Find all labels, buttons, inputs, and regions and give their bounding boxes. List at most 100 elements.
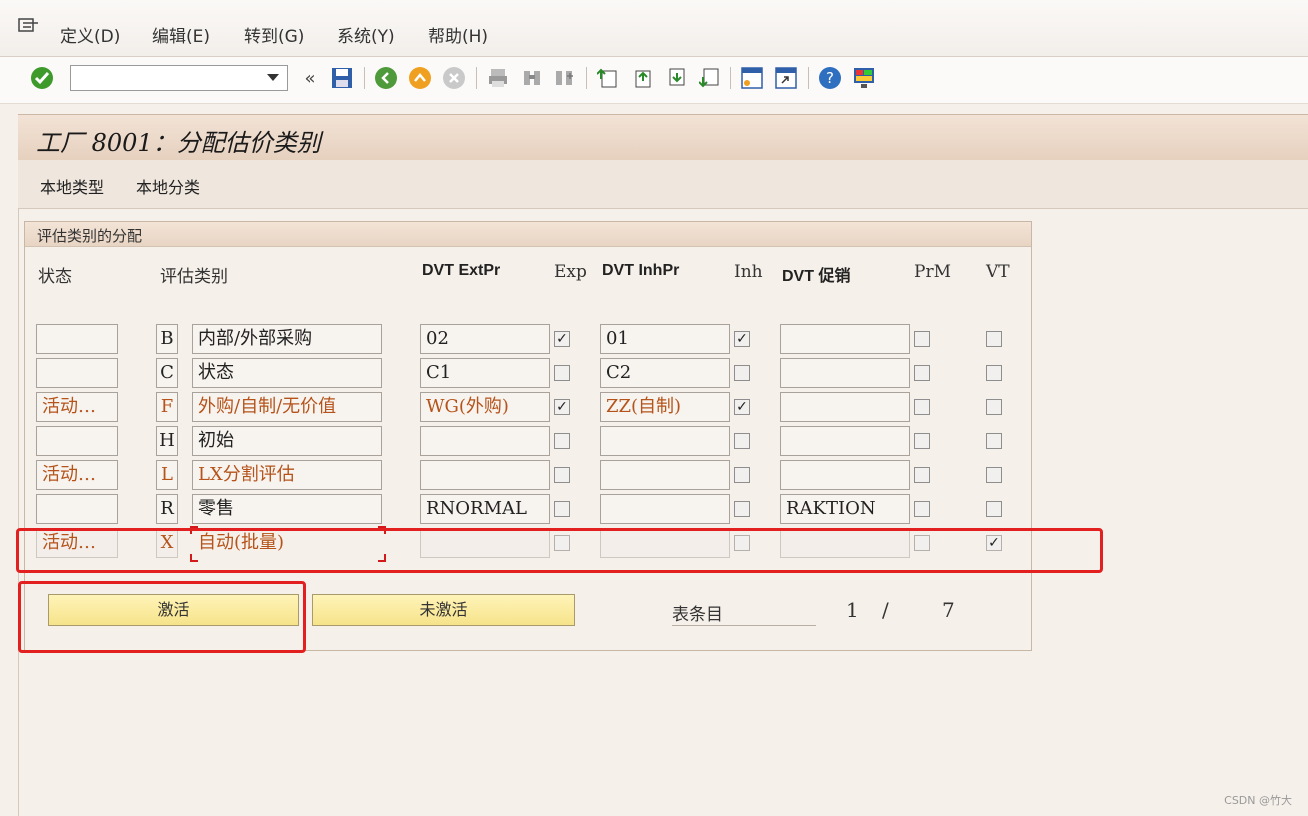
enter-check-icon[interactable] bbox=[30, 66, 54, 90]
vt-checkbox[interactable] bbox=[986, 467, 1002, 483]
inh-checkbox[interactable] bbox=[734, 365, 750, 381]
status-field[interactable]: 活动… bbox=[36, 392, 118, 422]
exp-checkbox[interactable] bbox=[554, 501, 570, 517]
next-page-icon[interactable] bbox=[664, 66, 688, 90]
menu-item-edit[interactable]: 编辑(E) bbox=[152, 22, 210, 47]
svg-text:?: ? bbox=[826, 69, 834, 87]
help-icon[interactable]: ? bbox=[818, 66, 842, 90]
back-icon[interactable] bbox=[374, 66, 398, 90]
prm-checkbox[interactable] bbox=[914, 365, 930, 381]
inh-checkbox[interactable] bbox=[734, 433, 750, 449]
status-field[interactable] bbox=[36, 324, 118, 354]
valuation-code-field[interactable]: B bbox=[156, 324, 178, 354]
column-header-prm: PrM bbox=[914, 262, 951, 282]
valuation-description-field[interactable]: 状态 bbox=[192, 358, 382, 388]
entry-separator: / bbox=[882, 598, 889, 622]
local-classification-button[interactable]: 本地分类 bbox=[136, 174, 200, 198]
prm-checkbox[interactable] bbox=[914, 433, 930, 449]
exit-icon[interactable] bbox=[408, 66, 432, 90]
valuation-code-field[interactable]: L bbox=[156, 460, 178, 490]
dvt-inhpr-field[interactable] bbox=[600, 426, 730, 456]
vt-checkbox[interactable] bbox=[986, 501, 1002, 517]
shortcut-icon[interactable] bbox=[774, 66, 798, 90]
inh-checkbox[interactable]: ✓ bbox=[734, 331, 750, 347]
inh-checkbox[interactable]: ✓ bbox=[734, 399, 750, 415]
status-field[interactable] bbox=[36, 426, 118, 456]
dvt-extpr-field[interactable]: C1 bbox=[420, 358, 550, 388]
dvt-inhpr-field[interactable]: C2 bbox=[600, 358, 730, 388]
menu-item-help[interactable]: 帮助(H) bbox=[428, 22, 488, 47]
dvt-inhpr-field[interactable]: 01 bbox=[600, 324, 730, 354]
save-icon[interactable] bbox=[330, 66, 354, 90]
menu-item-define[interactable]: 定义(D) bbox=[60, 22, 120, 47]
inh-checkbox[interactable] bbox=[734, 501, 750, 517]
valuation-description-field[interactable]: 外购/自制/无价值 bbox=[192, 392, 382, 422]
dvt-promo-field[interactable] bbox=[780, 358, 910, 388]
toolbar-separator bbox=[730, 67, 731, 89]
exp-checkbox[interactable]: ✓ bbox=[554, 331, 570, 347]
group-title: 评估类别的分配 bbox=[37, 227, 143, 245]
status-field[interactable]: 活动… bbox=[36, 460, 118, 490]
dvt-inhpr-field[interactable] bbox=[600, 460, 730, 490]
deactivate-button[interactable]: 未激活 bbox=[312, 594, 575, 626]
exp-checkbox[interactable] bbox=[554, 365, 570, 381]
page-title: 工厂 8001：分配估价类别 bbox=[36, 129, 321, 157]
valuation-code-field[interactable]: H bbox=[156, 426, 178, 456]
prm-checkbox[interactable] bbox=[914, 467, 930, 483]
find-next-icon[interactable] bbox=[552, 66, 576, 90]
vt-checkbox[interactable] bbox=[986, 399, 1002, 415]
valuation-code-field[interactable]: C bbox=[156, 358, 178, 388]
print-icon[interactable] bbox=[486, 66, 510, 90]
menu-item-system[interactable]: 系统(Y) bbox=[337, 22, 395, 47]
prm-checkbox[interactable] bbox=[914, 399, 930, 415]
toolbar-separator bbox=[476, 67, 477, 89]
menu-item-goto[interactable]: 转到(G) bbox=[244, 22, 304, 47]
dvt-promo-field[interactable]: RAKTION bbox=[780, 494, 910, 524]
exp-checkbox[interactable] bbox=[554, 433, 570, 449]
dvt-inhpr-field[interactable]: ZZ(自制) bbox=[600, 392, 730, 422]
dvt-extpr-field[interactable]: 02 bbox=[420, 324, 550, 354]
prm-checkbox[interactable] bbox=[914, 501, 930, 517]
valuation-code-field[interactable]: R bbox=[156, 494, 178, 524]
dvt-promo-field[interactable] bbox=[780, 460, 910, 490]
local-type-button[interactable]: 本地类型 bbox=[40, 174, 104, 198]
last-page-icon[interactable] bbox=[698, 66, 722, 90]
dvt-extpr-field[interactable]: RNORMAL bbox=[420, 494, 550, 524]
customize-layout-icon[interactable] bbox=[852, 66, 876, 90]
activate-button[interactable]: 激活 bbox=[48, 594, 299, 626]
column-header-dvt-promo: DVT 促销 bbox=[782, 268, 851, 285]
valuation-description-field[interactable]: 零售 bbox=[192, 494, 382, 524]
valuation-description-field[interactable]: 内部/外部采购 bbox=[192, 324, 382, 354]
exp-checkbox[interactable] bbox=[554, 467, 570, 483]
first-page-icon[interactable] bbox=[596, 66, 620, 90]
dvt-extpr-field[interactable] bbox=[420, 460, 550, 490]
valuation-description-field[interactable]: LX分割评估 bbox=[192, 460, 382, 490]
exp-checkbox[interactable]: ✓ bbox=[554, 399, 570, 415]
create-session-icon[interactable] bbox=[740, 66, 764, 90]
valuation-code-field[interactable]: F bbox=[156, 392, 178, 422]
previous-page-icon[interactable] bbox=[630, 66, 654, 90]
vt-checkbox[interactable] bbox=[986, 365, 1002, 381]
inh-checkbox[interactable] bbox=[734, 467, 750, 483]
collapse-double-arrow-icon[interactable]: « bbox=[298, 66, 322, 90]
dvt-extpr-field[interactable] bbox=[420, 426, 550, 456]
vt-checkbox[interactable] bbox=[986, 433, 1002, 449]
status-field[interactable] bbox=[36, 358, 118, 388]
valuation-description-field[interactable]: 初始 bbox=[192, 426, 382, 456]
chevron-down-icon[interactable] bbox=[267, 74, 279, 81]
dvt-promo-field[interactable] bbox=[780, 392, 910, 422]
prm-checkbox[interactable] bbox=[914, 331, 930, 347]
command-field[interactable] bbox=[70, 65, 288, 91]
dvt-extpr-field[interactable]: WG(外购) bbox=[420, 392, 550, 422]
menu-window-icon[interactable] bbox=[18, 18, 40, 36]
find-icon[interactable] bbox=[520, 66, 544, 90]
vt-checkbox[interactable] bbox=[986, 331, 1002, 347]
dvt-promo-field[interactable] bbox=[780, 426, 910, 456]
cancel-icon[interactable] bbox=[442, 66, 466, 90]
status-field[interactable] bbox=[36, 494, 118, 524]
total-entries-number: 7 bbox=[942, 598, 955, 622]
group-title-bar: 评估类别的分配 bbox=[25, 222, 1031, 247]
dvt-promo-field[interactable] bbox=[780, 324, 910, 354]
menu-bar: 定义(D) 编辑(E) 转到(G) 系统(Y) 帮助(H) bbox=[0, 0, 1308, 57]
dvt-inhpr-field[interactable] bbox=[600, 494, 730, 524]
